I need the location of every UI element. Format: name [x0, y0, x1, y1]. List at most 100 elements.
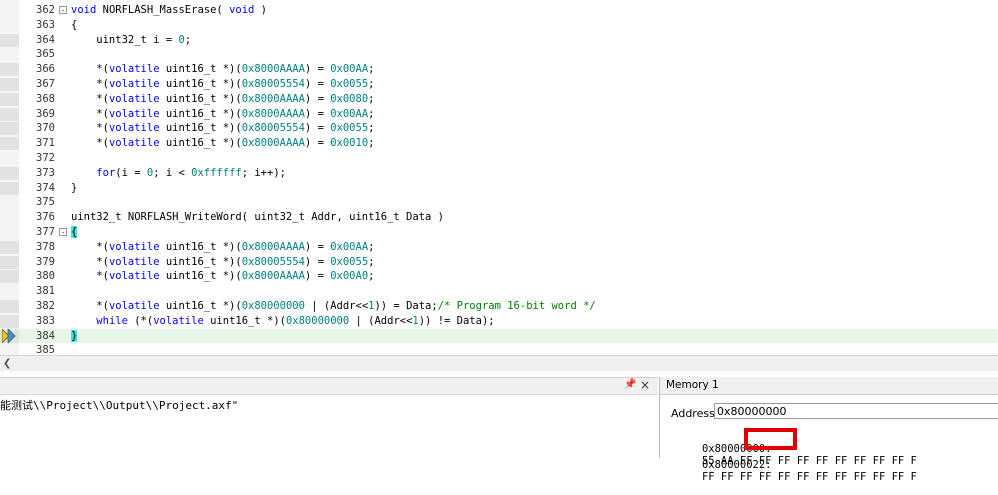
breakpoint-marker[interactable]: [0, 240, 19, 254]
code-text: for(i = 0; i < 0xffffff; i++);: [96, 166, 286, 179]
breakpoint-marker[interactable]: [0, 122, 19, 136]
line-number: 377: [36, 226, 55, 238]
code-line[interactable]: 373 for(i = 0; i < 0xffffff; i++);: [0, 166, 998, 181]
output-titlebar: 📌 ×: [0, 378, 658, 395]
code-line[interactable]: 376 uint32_t NORFLASH_WriteWord( uint32_t…: [0, 210, 998, 225]
code-text: *(volatile uint16_t *)(0x8000AAAA) = 0x0…: [71, 63, 375, 76]
code-line[interactable]: 383 while (*(volatile uint16_t *)(0x8000…: [0, 314, 998, 329]
horizontal-scrollbar[interactable]: ❮: [0, 355, 998, 371]
code-text: *(volatile uint16_t *)(0x80005554) = 0x0…: [71, 78, 375, 90]
line-number: 378: [36, 240, 55, 253]
line-number: 367: [36, 78, 55, 90]
line-number: 372: [36, 152, 55, 164]
memory-body: Address: 0x80000000: 55 AA FF FF FF FF F…: [660, 394, 998, 483]
address-label: Address:: [671, 407, 719, 420]
code-line[interactable]: 369 *(volatile uint16_t *)(0x8000AAAA) =…: [0, 107, 998, 122]
line-number: 379: [36, 255, 55, 268]
line-number: 365: [36, 48, 55, 61]
breakpoint-marker[interactable]: [0, 300, 19, 313]
code-line[interactable]: 374}: [0, 181, 998, 196]
line-number: 375: [36, 196, 55, 209]
line-number: 368: [36, 92, 55, 105]
breakpoint-marker[interactable]: [0, 255, 19, 269]
line-number: 374: [36, 181, 55, 194]
code-line[interactable]: 363 {: [0, 18, 998, 33]
code-text: {: [71, 18, 78, 31]
code-line[interactable]: 375: [0, 195, 998, 210]
breakpoint-marker[interactable]: [0, 92, 19, 106]
code-text: uint32_t i = 0;: [71, 33, 192, 46]
memory-tab[interactable]: Memory 1: [662, 377, 723, 393]
code-line[interactable]: 364 uint32_t i = 0;: [0, 33, 998, 48]
line-number: 382: [36, 300, 55, 312]
line-number: 373: [36, 166, 55, 179]
breakpoint-marker[interactable]: [0, 137, 19, 151]
code-editor[interactable]: 362- void NORFLASH_MassErase( void ) 363{3…: [0, 0, 998, 355]
line-number: 383: [36, 314, 55, 327]
line-number: 380: [36, 270, 55, 283]
code-line[interactable]: 377-{: [0, 225, 998, 240]
code-line[interactable]: 370 *(volatile uint16_t *)(0x80005554) =…: [0, 121, 998, 136]
code-text: *(volatile uint16_t *)(0x8000AAAA) = 0x0…: [71, 107, 375, 120]
code-text: *(volatile uint16_t *)(0x80005554) = 0x0…: [71, 255, 375, 268]
scroll-left-icon[interactable]: ❮: [3, 358, 11, 369]
line-number: 385: [36, 344, 55, 355]
code-line[interactable]: 362- void NORFLASH_MassErase( void ): [0, 3, 998, 18]
line-number: 369: [36, 107, 55, 120]
fold-toggle-icon[interactable]: -: [59, 6, 67, 15]
memory-window: Memory 1 Address: 0x80000000: 55 AA FF F…: [659, 377, 998, 483]
breakpoint-marker[interactable]: [0, 78, 19, 91]
line-number: 384: [36, 329, 55, 342]
build-output-panel: 📌 × 能测试\\Project\\Output\\Project.axf": [0, 377, 658, 459]
line-number: 376: [36, 211, 55, 224]
current-line-highlight: [69, 328, 998, 344]
memory-highlight-box: [744, 428, 797, 450]
code-text: {: [71, 226, 78, 238]
breakpoint-marker[interactable]: [0, 270, 19, 284]
code-text: while (*(volatile uint16_t *)(0x80000000…: [96, 314, 495, 327]
line-number: 371: [36, 137, 55, 150]
line-number: 363: [36, 18, 55, 31]
code-text: *(volatile uint16_t *)(0x8000AAAA) = 0x0…: [71, 137, 375, 150]
code-line[interactable]: 372: [0, 151, 998, 166]
line-number: 362: [36, 4, 55, 16]
breakpoint-marker[interactable]: [0, 181, 19, 195]
code-text: *(volatile uint16_t *)(0x80000000 | (Add…: [71, 300, 596, 312]
memory-row: 0x80000022: FF FF FF FF FF FF FF FF FF F…: [664, 447, 917, 495]
breakpoint-marker[interactable]: [0, 107, 19, 121]
code-line[interactable]: 380 *(volatile uint16_t *)(0x8000AAAA) =…: [0, 269, 998, 284]
code-text: *(volatile uint16_t *)(0x8000AAAA) = 0x0…: [71, 270, 375, 283]
code-line[interactable]: 385: [0, 343, 998, 355]
memory-row-address: 0x80000022:: [701, 459, 772, 471]
code-text: }: [71, 181, 78, 194]
code-line[interactable]: 378 *(volatile uint16_t *)(0x8000AAAA) =…: [0, 240, 998, 255]
code-line[interactable]: 365: [0, 47, 998, 62]
code-line[interactable]: 366 *(volatile uint16_t *)(0x8000AAAA) =…: [0, 62, 998, 77]
line-number: 381: [36, 285, 55, 298]
code-text: *(volatile uint16_t *)(0x8000AAAA) = 0x0…: [71, 240, 375, 253]
line-number: 370: [36, 122, 55, 135]
memory-row-bytes: FF FF FF FF FF FF FF FF FF FF FF F: [701, 471, 917, 483]
code-text: *(volatile uint16_t *)(0x80005554) = 0x0…: [71, 122, 375, 135]
close-icon[interactable]: ×: [640, 378, 650, 392]
code-line[interactable]: 382 *(volatile uint16_t *)(0x80000000 | …: [0, 299, 998, 314]
output-text: 能测试\\Project\\Output\\Project.axf": [0, 399, 239, 412]
breakpoint-marker[interactable]: [0, 33, 19, 47]
code-line[interactable]: 381: [0, 284, 998, 299]
code-line[interactable]: 379 *(volatile uint16_t *)(0x80005554) =…: [0, 255, 998, 270]
fold-toggle-icon[interactable]: -: [59, 228, 67, 237]
address-input[interactable]: [714, 403, 998, 419]
pin-icon[interactable]: 📌: [624, 379, 636, 390]
code-line[interactable]: 367 *(volatile uint16_t *)(0x80005554) =…: [0, 77, 998, 92]
code-line[interactable]: 384}: [0, 328, 998, 344]
code-text: void NORFLASH_MassErase( void ): [71, 4, 268, 16]
line-number: 366: [36, 63, 55, 76]
code-line[interactable]: 371 *(volatile uint16_t *)(0x8000AAAA) =…: [0, 136, 998, 151]
code-line[interactable]: 368 *(volatile uint16_t *)(0x8000AAAA) =…: [0, 92, 998, 107]
breakpoint-marker[interactable]: [0, 314, 19, 328]
breakpoint-marker[interactable]: [0, 166, 19, 180]
code-text: }: [71, 329, 78, 342]
execution-pointer-icon: [2, 329, 16, 343]
breakpoint-marker[interactable]: [0, 63, 19, 77]
code-text: *(volatile uint16_t *)(0x8000AAAA) = 0x0…: [71, 92, 375, 105]
